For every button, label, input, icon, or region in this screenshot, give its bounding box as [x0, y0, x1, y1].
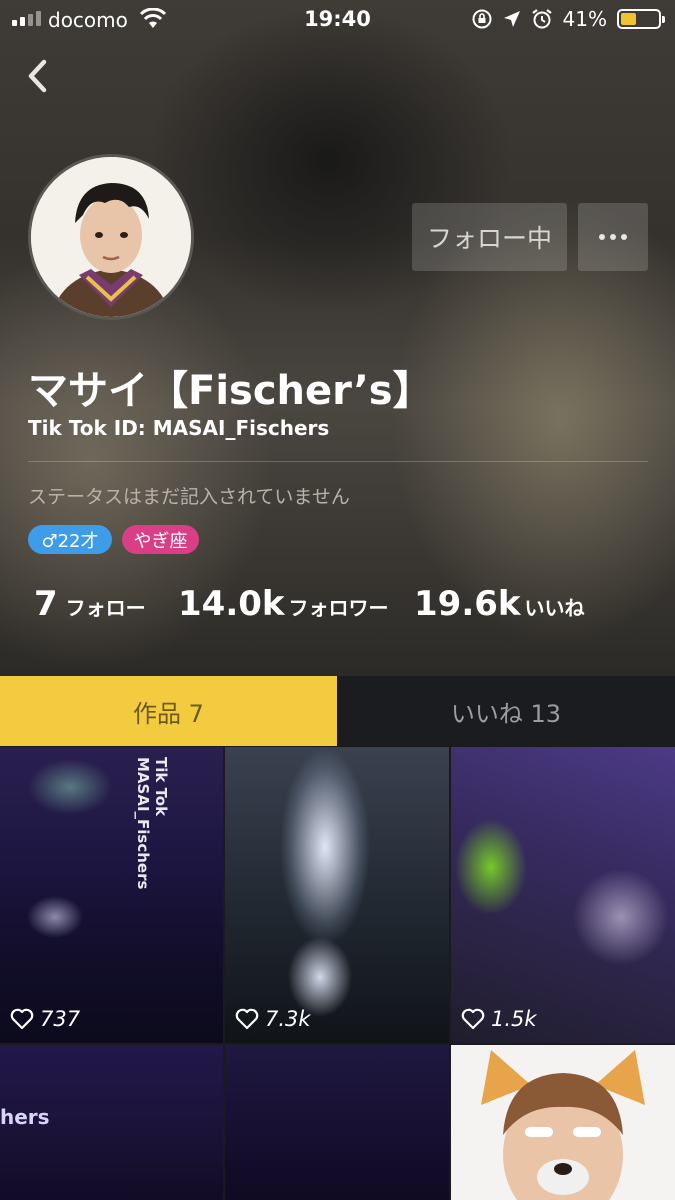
tiktok-id: Tik Tok ID: MASAI_Fischers: [28, 416, 330, 440]
following-count: 7: [34, 584, 58, 624]
alarm-icon: [531, 9, 552, 29]
video-overlay-text: Tik Tok MASAI_Fischers: [134, 757, 170, 890]
heart-icon: [235, 1008, 259, 1030]
gender-age-badge: ♂22才: [28, 525, 112, 554]
tab-works[interactable]: 作品 7: [0, 676, 337, 746]
display-name: マサイ【Fischer’s】: [28, 368, 433, 414]
video-thumbnail[interactable]: [225, 1045, 449, 1200]
video-like-count: 1.5k: [461, 1007, 537, 1031]
video-thumbnail[interactable]: 7.3k: [225, 747, 449, 1043]
video-grid: Tik Tok MASAI_Fischers 737 7.3k 1.5k her…: [0, 747, 675, 1200]
followers-count: 14.0k: [178, 584, 285, 624]
more-dot-icon: [621, 234, 627, 240]
battery-icon: [617, 9, 665, 29]
video-like-count: 7.3k: [235, 1007, 311, 1031]
video-thumbnail-image: [481, 1050, 645, 1200]
video-thumbnail[interactable]: 1.5k: [451, 747, 675, 1043]
following-stat[interactable]: 7 フォロー: [34, 584, 146, 624]
followers-stat[interactable]: 14.0k フォロワー: [178, 584, 389, 624]
more-dot-icon: [610, 234, 616, 240]
back-arrow-icon[interactable]: [22, 56, 56, 96]
rotation-lock-icon: [472, 9, 492, 29]
zodiac-badge: やぎ座: [122, 525, 199, 554]
more-options-button[interactable]: [578, 203, 648, 271]
following-button[interactable]: フォロー中: [412, 203, 567, 271]
heart-icon: [461, 1008, 485, 1030]
location-icon: [503, 11, 520, 27]
video-thumbnail[interactable]: hers: [0, 1045, 223, 1200]
tab-likes[interactable]: いいね 13: [337, 676, 675, 746]
avatar[interactable]: [28, 154, 194, 320]
likes-count: 19.6k: [414, 584, 521, 624]
profile-header-background: [0, 0, 675, 676]
avatar-image: [31, 157, 191, 317]
divider: [28, 461, 648, 462]
followers-label: フォロワー: [288, 596, 389, 620]
profile-status: ステータスはまだ記入されていません: [28, 486, 350, 508]
likes-stat: 19.6k いいね: [414, 584, 585, 624]
battery-percent: 41%: [562, 7, 607, 31]
likes-label: いいね: [524, 596, 585, 620]
video-thumbnail[interactable]: Tik Tok MASAI_Fischers 737: [0, 747, 223, 1043]
following-label: フォロー: [65, 596, 146, 620]
video-like-count: 737: [10, 1007, 80, 1031]
video-overlay-text: hers: [0, 1105, 50, 1129]
status-bar: docomo 19:40 41%: [0, 0, 675, 40]
more-dot-icon: [599, 234, 605, 240]
video-thumbnail[interactable]: [451, 1045, 675, 1200]
heart-icon: [10, 1008, 34, 1030]
